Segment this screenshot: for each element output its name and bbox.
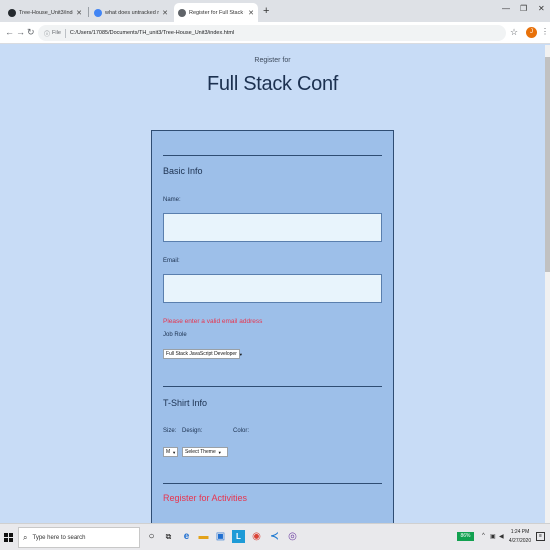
page-scrollbar[interactable]	[545, 45, 550, 523]
color-label: Color:	[233, 428, 250, 434]
email-label: Email:	[163, 258, 180, 264]
task-view-icon[interactable]: ⧉	[162, 530, 175, 543]
close-window-icon[interactable]: ✕	[538, 4, 545, 13]
close-icon[interactable]: ✕	[162, 9, 168, 17]
globe-icon	[178, 8, 186, 17]
github-icon	[8, 8, 16, 17]
edge-icon[interactable]: e	[180, 530, 193, 543]
job-role-label: Job Role	[163, 332, 187, 338]
clock-time: 1:24 PM	[510, 529, 530, 535]
file-explorer-icon[interactable]: ▬	[197, 530, 210, 543]
windows-start-icon[interactable]	[4, 533, 13, 542]
tab-github[interactable]: Tree-House_Unit3/index.html at ✕	[4, 3, 86, 22]
tab-strip: Tree-House_Unit3/index.html at ✕ what do…	[0, 0, 550, 22]
notification-icon[interactable]: ≡	[536, 532, 545, 541]
windows-taskbar: ⌕ Type here to search ○ ⧉ e ▬ ▣ L ◉ ≺ ◎ …	[0, 523, 550, 550]
browser-toolbar: ← → ↻ ⓘ File C:/Users/17085/Documents/TH…	[0, 22, 550, 44]
address-divider	[64, 28, 66, 38]
tab-google[interactable]: what does untracked mean in vs ✕	[90, 3, 172, 22]
tab-separator	[88, 7, 89, 17]
close-icon[interactable]: ✕	[248, 9, 254, 17]
taskbar-search-input[interactable]: ⌕ Type here to search	[18, 527, 140, 548]
store-icon[interactable]: ▣	[214, 530, 227, 543]
google-icon	[94, 8, 102, 17]
email-error-message: Please enter a valid email address	[163, 318, 263, 325]
vscode-icon[interactable]: ≺	[268, 530, 281, 543]
size-select[interactable]: M ▼	[163, 447, 178, 457]
tab-title: Register for Full Stack Conf	[189, 9, 245, 16]
battery-indicator[interactable]: 86%	[457, 532, 474, 541]
job-role-selected: Full Stack JavaScript Developer	[166, 351, 237, 357]
volume-icon[interactable]: ◀	[499, 533, 504, 540]
fieldset-divider	[163, 386, 382, 387]
info-icon[interactable]: ⓘ	[44, 29, 50, 38]
name-field[interactable]	[163, 213, 382, 242]
minimize-icon[interactable]: —	[502, 4, 510, 13]
cortana-icon[interactable]: ○	[145, 530, 158, 543]
tab-title: what does untracked mean in vs	[105, 9, 159, 16]
name-label: Name:	[163, 197, 181, 203]
job-role-select[interactable]: Full Stack JavaScript Developer ▼	[163, 349, 243, 359]
page-title: Full Stack Conf	[206, 73, 339, 95]
size-label: Size:	[163, 428, 177, 434]
tray-chevron-icon[interactable]: ^	[482, 533, 485, 539]
chevron-down-icon: ▼	[238, 351, 243, 357]
registration-form: Basic Info Name: Email: Please enter a v…	[151, 130, 394, 523]
design-select[interactable]: Select Theme ▼	[182, 447, 228, 457]
taskbar-clock[interactable]: 1:24 PM 4/27/2020	[508, 528, 532, 546]
search-placeholder: Type here to search	[32, 534, 86, 541]
fieldset-divider	[163, 483, 382, 484]
address-bar[interactable]: ⓘ File C:/Users/17085/Documents/TH_unit3…	[38, 25, 506, 41]
fieldset-divider	[163, 155, 382, 156]
lync-icon[interactable]: L	[232, 530, 245, 543]
page-viewport: Register for Full Stack Conf Basic Info …	[0, 45, 545, 523]
scrollbar-thumb[interactable]	[545, 57, 550, 272]
email-field[interactable]	[163, 274, 382, 303]
basic-info-legend: Basic Info	[163, 166, 203, 176]
tab-title: Tree-House_Unit3/index.html at	[19, 9, 73, 16]
search-icon: ⌕	[23, 532, 28, 542]
tshirt-info-legend: T-Shirt Info	[163, 398, 208, 408]
address-url: C:/Users/17085/Documents/TH_unit3/Tree-H…	[69, 30, 235, 36]
kebab-menu-icon[interactable]: ⋮	[541, 27, 549, 36]
chevron-down-icon: ▼	[172, 449, 177, 455]
design-selected: Select Theme	[185, 449, 216, 455]
chevron-down-icon: ▼	[217, 449, 222, 455]
chrome-icon[interactable]: ◉	[250, 530, 263, 543]
github-desktop-icon[interactable]: ◎	[286, 530, 299, 543]
clock-date: 4/27/2020	[508, 538, 532, 544]
back-icon[interactable]: ←	[5, 27, 14, 37]
tab-register[interactable]: Register for Full Stack Conf ✕	[174, 3, 258, 22]
reload-icon[interactable]: ↻	[27, 27, 35, 38]
restore-icon[interactable]: ❐	[520, 4, 527, 13]
address-scheme: File	[52, 30, 61, 36]
size-selected: M	[166, 449, 171, 455]
activities-legend: Register for Activities	[163, 493, 248, 503]
display-icon[interactable]: ▣	[490, 533, 496, 540]
design-label: Design:	[182, 428, 203, 434]
bookmark-star-icon[interactable]: ☆	[510, 27, 518, 38]
close-icon[interactable]: ✕	[76, 9, 82, 17]
page-subtitle: Register for	[254, 57, 291, 64]
forward-icon[interactable]: →	[16, 27, 25, 37]
new-tab-button[interactable]: +	[263, 5, 269, 17]
profile-avatar[interactable]: J	[526, 27, 537, 38]
